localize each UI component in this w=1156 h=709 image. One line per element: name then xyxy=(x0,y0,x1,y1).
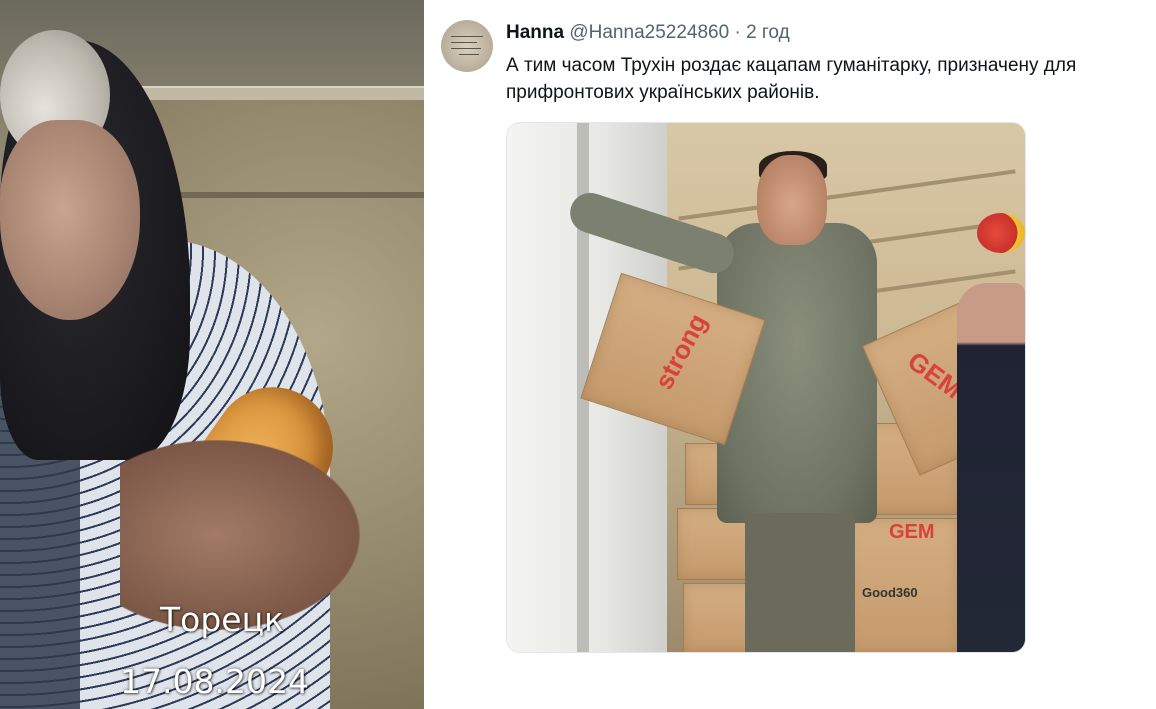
tweet: Hanna @Hanna25224860 · 2 год А тим часом… xyxy=(424,0,1156,709)
photo-fence-rail xyxy=(120,86,424,100)
left-photo: Торецк 17.08.2024 xyxy=(0,0,424,709)
tweet-time[interactable]: 2 год xyxy=(746,22,790,43)
media-person-second xyxy=(957,283,1025,652)
avatar[interactable] xyxy=(441,20,493,72)
tweet-media-photo[interactable]: strong GEM GEM Good360 xyxy=(506,122,1026,653)
box-label: Good360 xyxy=(862,585,918,600)
user-handle[interactable]: @Hanna25224860 xyxy=(569,22,729,43)
avatar-scribble xyxy=(451,36,483,37)
tweet-text: А тим часом Трухін роздає кацапам гумані… xyxy=(506,55,1077,103)
display-name[interactable]: Hanna xyxy=(506,22,564,43)
tweet-header: Hanna @Hanna25224860 · 2 год xyxy=(506,22,790,44)
avatar-scribble xyxy=(451,48,481,49)
box-label: strong xyxy=(648,308,713,395)
photo-fence-rail-lower xyxy=(140,192,424,198)
avatar-scribble xyxy=(459,54,479,55)
avatar-scribble xyxy=(451,42,477,43)
photo-face xyxy=(0,120,140,320)
box-label: GEM xyxy=(889,521,935,543)
photo-caption-date: 17.08.2024 xyxy=(120,662,309,701)
media-person-pants xyxy=(745,513,855,652)
media-brush xyxy=(977,213,1025,253)
photo-caption-city: Торецк xyxy=(160,600,284,639)
media-person-head xyxy=(757,155,827,245)
header-separator: · xyxy=(734,22,741,43)
